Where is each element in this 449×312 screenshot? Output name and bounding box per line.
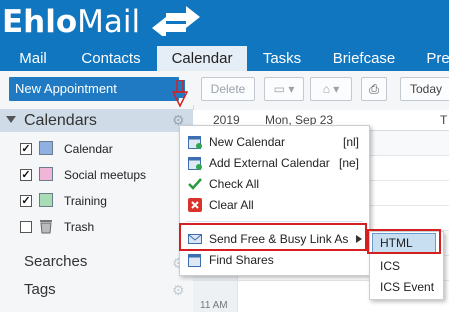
menu-item-shortcut: [ne] [338, 156, 359, 170]
swap-arrows-icon [152, 6, 200, 36]
checkbox[interactable]: ✓ [20, 169, 32, 181]
main-tabs: Mail Contacts Calendar Tasks Briefcase P… [0, 46, 449, 71]
tag-button[interactable]: ⌂ ▾ [310, 77, 352, 101]
tab-tasks[interactable]: Tasks [251, 46, 313, 71]
delete-button[interactable]: Delete [201, 77, 255, 101]
logo-text-bold: Ehlo [2, 4, 78, 40]
calendars-context-menu: New Calendar [nl] Add External Calendar … [179, 125, 370, 276]
today-button[interactable]: Today [400, 77, 449, 101]
red-arrow-annotation-icon [172, 80, 188, 108]
menu-item-label: Find Shares [209, 253, 274, 267]
folder-icon: ▭ ▾ [273, 82, 295, 96]
calendar-icon [39, 141, 53, 155]
menu-separator [186, 221, 363, 222]
time-label: 11 AM [200, 300, 228, 311]
tab-preferences[interactable]: Pre [418, 46, 449, 71]
menu-item-new-calendar[interactable]: New Calendar [nl] [180, 132, 369, 152]
clear-icon [188, 198, 202, 212]
collapse-triangle-icon[interactable] [6, 116, 16, 123]
calendar-item-calendar[interactable]: ✓ Calendar [0, 138, 193, 162]
logo-text-rest: Mail [77, 4, 141, 40]
find-shares-icon [188, 254, 201, 267]
move-button[interactable]: ▭ ▾ [264, 77, 304, 101]
calendar-item-label: Social meetups [64, 168, 147, 182]
calendar-icon [39, 167, 53, 181]
searches-header[interactable]: Searches [24, 253, 87, 270]
tab-mail[interactable]: Mail [8, 46, 58, 71]
menu-item-add-external-calendar[interactable]: Add External Calendar [ne] [180, 153, 369, 173]
checkbox[interactable]: ✓ [20, 195, 32, 207]
tab-contacts[interactable]: Contacts [66, 46, 156, 71]
new-calendar-icon [188, 136, 202, 149]
calendar-item-training[interactable]: ✓ Training [0, 190, 193, 214]
menu-item-clear-all[interactable]: Clear All [180, 195, 369, 215]
day-header-next[interactable]: T [440, 113, 447, 127]
calendar-item-label: Calendar [64, 142, 113, 156]
printer-icon: ⎙ [369, 82, 379, 96]
calendar-item-social-meetups[interactable]: ✓ Social meetups [0, 164, 193, 188]
menu-item-check-all[interactable]: Check All [180, 174, 369, 194]
menu-item-label: Add External Calendar [209, 156, 330, 170]
tab-briefcase[interactable]: Briefcase [320, 46, 408, 71]
calendar-item-trash[interactable]: Trash [0, 216, 193, 240]
checkbox[interactable] [20, 221, 32, 233]
menu-item-shortcut: [nl] [342, 135, 359, 149]
menu-item-label: Clear All [209, 198, 254, 212]
calendar-item-label: Trash [64, 220, 95, 234]
calendar-item-label: Training [64, 194, 107, 208]
external-calendar-icon [188, 157, 202, 170]
new-appointment-button[interactable]: New Appointment [9, 77, 179, 101]
tab-calendar[interactable]: Calendar [157, 46, 247, 71]
app-logo: EhloMail [2, 6, 140, 38]
calendar-icon [39, 193, 53, 207]
menu-item-label: New Calendar [209, 135, 286, 149]
highlight-annotation-box [367, 229, 441, 254]
menu-item-label: Check All [209, 177, 260, 191]
submenu-item-ics[interactable]: ICS [380, 258, 400, 274]
tags-header[interactable]: Tags [24, 281, 56, 298]
submenu-item-ics-event[interactable]: ICS Event [380, 279, 434, 295]
print-button[interactable]: ⎙ [361, 77, 387, 101]
tag-icon: ⌂ ▾ [322, 82, 340, 96]
highlight-annotation-box [179, 223, 367, 251]
calendars-header-label: Calendars [24, 112, 97, 129]
checkmark-icon [188, 178, 202, 190]
gear-icon[interactable]: ⚙ [172, 282, 185, 299]
checkbox[interactable]: ✓ [20, 143, 32, 155]
trash-icon [40, 220, 52, 234]
menu-item-find-shares[interactable]: Find Shares [180, 250, 369, 270]
